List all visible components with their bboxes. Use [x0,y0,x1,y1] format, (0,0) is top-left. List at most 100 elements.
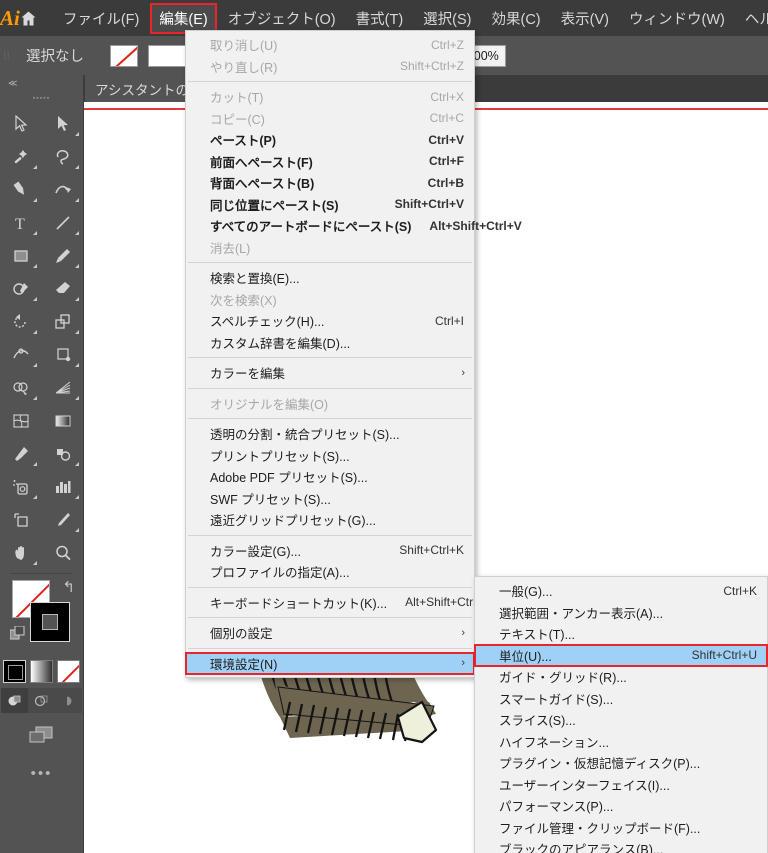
line-segment-tool-icon[interactable] [42,206,84,239]
menu-object[interactable]: オブジェクト(O) [220,4,344,33]
menu-item-paste-in-back[interactable]: 背面へペースト(B) Ctrl+B [186,172,474,194]
menu-item-find-next[interactable]: 次を検索(X) [186,289,474,311]
submenu-item-general[interactable]: 一般(G)... Ctrl+K [475,580,767,602]
menu-separator [188,418,472,419]
pen-tool-icon[interactable] [0,173,42,206]
menu-item-check-spelling[interactable]: スペルチェック(H)... Ctrl+I [186,310,474,332]
submenu-item-type[interactable]: テキスト(T)... [475,623,767,645]
zoom-tool-icon[interactable] [42,536,84,569]
symbol-sprayer-tool-icon[interactable] [0,470,42,503]
perspective-grid-tool-icon[interactable] [42,371,84,404]
menu-item-cut[interactable]: カット(T) Ctrl+X [186,86,474,108]
submenu-item-selection-anchor-display[interactable]: 選択範囲・アンカー表示(A)... [475,602,767,624]
menu-item-paste-in-front[interactable]: 前面へペースト(F) Ctrl+F [186,151,474,173]
menu-item-find-replace[interactable]: 検索と置換(E)... [186,267,474,289]
menu-select[interactable]: 選択(S) [415,4,479,33]
eraser-tool-icon[interactable] [42,272,84,305]
free-transform-tool-icon[interactable] [42,338,84,371]
menu-separator [188,647,472,649]
menu-item-paste[interactable]: ペースト(P) Ctrl+V [186,129,474,151]
curvature-tool-icon[interactable] [42,173,84,206]
menu-help[interactable]: ヘルプ [737,4,768,33]
preferences-submenu[interactable]: 一般(G)... Ctrl+K 選択範囲・アンカー表示(A)... テキスト(T… [474,576,768,853]
column-graph-tool-icon[interactable] [42,470,84,503]
home-icon[interactable] [20,0,37,36]
menu-item-label: ブラックのアピアランス(B)... [499,843,664,853]
menu-item-paste-all-artboards[interactable]: すべてのアートボードにペースト(S) Alt+Shift+Ctrl+V [186,215,522,237]
draw-behind-button[interactable] [28,688,55,713]
slice-tool-icon[interactable] [42,503,84,536]
menu-item-keyboard-shortcuts[interactable]: キーボードショートカット(K)... Alt+Shift+Ctrl+K [186,592,491,614]
submenu-item-units[interactable]: 単位(U)... Shift+Ctrl+U [474,643,768,667]
paintbrush-tool-icon[interactable] [42,239,84,272]
eyedropper-tool-icon[interactable] [0,437,42,470]
screen-mode-button[interactable] [0,723,83,747]
submenu-item-slices[interactable]: スライス(S)... [475,709,767,731]
menu-item-print-presets[interactable]: プリントプリセット(S)... [186,445,474,467]
submenu-item-guides-grid[interactable]: ガイド・グリッド(R)... [475,666,767,688]
submenu-item-plugins-scratch-disks[interactable]: プラグイン・仮想記憶ディスク(P)... [475,752,767,774]
menu-file[interactable]: ファイル(F) [55,4,148,33]
edit-toolbar-button[interactable]: ••• [0,765,83,782]
menu-item-my-settings[interactable]: 個別の設定 › [186,622,474,644]
solid-color-mode-button[interactable] [3,660,26,683]
menu-item-redo[interactable]: やり直し(R) Shift+Ctrl+Z [186,56,474,78]
tools-panel-collapse-icon[interactable]: ≪ [0,75,83,91]
draw-normal-button[interactable] [1,688,28,713]
menu-item-label: プリントプリセット(S)... [210,449,350,464]
menu-item-undo[interactable]: 取り消し(U) Ctrl+Z [186,34,474,56]
rectangle-tool-icon[interactable] [0,239,42,272]
type-tool-icon[interactable]: T [0,206,42,239]
selection-tool-icon[interactable] [0,107,42,140]
menu-item-clear[interactable]: 消去(L) [186,237,474,259]
submenu-item-file-handling-clipboard[interactable]: ファイル管理・クリップボード(F)... [475,817,767,839]
scale-tool-icon[interactable] [42,305,84,338]
menu-item-perspective-grid-presets[interactable]: 遠近グリッドプリセット(G)... [186,509,474,531]
menu-view[interactable]: 表示(V) [553,4,617,33]
menu-item-preferences[interactable]: 環境設定(N) › [185,651,475,675]
menu-item-edit-custom-dictionary[interactable]: カスタム辞書を編集(D)... [186,332,474,354]
stroke-color-swatch[interactable] [30,602,70,642]
control-panel-grip[interactable]: ::::: [0,36,12,75]
shape-builder-tool-icon[interactable] [0,371,42,404]
hand-tool-icon[interactable] [0,536,42,569]
submenu-arrow-icon: › [461,657,465,670]
submenu-item-smart-guides[interactable]: スマートガイド(S)... [475,688,767,710]
menu-item-edit-colors[interactable]: カラーを編集 › [186,362,474,384]
default-fill-stroke-icon[interactable] [9,625,26,647]
menu-item-assign-profile[interactable]: プロファイルの指定(A)... [186,561,474,583]
submenu-item-user-interface[interactable]: ユーザーインターフェイス(I)... [475,774,767,796]
gradient-mode-button[interactable] [30,660,53,683]
fill-swatch[interactable] [110,44,138,67]
menu-type[interactable]: 書式(T) [348,4,412,33]
width-tool-icon[interactable] [0,338,42,371]
menu-item-swf-presets[interactable]: SWF プリセット(S)... [186,488,474,510]
submenu-item-appearance-of-black[interactable]: ブラックのアピアランス(B)... [475,838,767,853]
mesh-tool-icon[interactable] [0,404,42,437]
menu-effect[interactable]: 効果(C) [484,4,549,33]
artboard-tool-icon[interactable] [0,503,42,536]
tools-panel-grip[interactable]: ▪▪▪▪▪ [0,91,83,105]
submenu-item-hyphenation[interactable]: ハイフネーション... [475,731,767,753]
menu-item-label: 取り消し(U) [210,39,278,54]
shaper-tool-icon[interactable] [0,272,42,305]
gradient-tool-icon[interactable] [42,404,84,437]
rotate-tool-icon[interactable] [0,305,42,338]
menu-edit[interactable]: 編集(E) [150,2,217,34]
menu-item-adobe-pdf-presets[interactable]: Adobe PDF プリセット(S)... [186,466,474,488]
none-mode-button[interactable] [57,660,80,683]
blend-tool-icon[interactable] [42,437,84,470]
draw-inside-button[interactable] [55,688,82,713]
menu-item-transparency-flattener-presets[interactable]: 透明の分割・統合プリセット(S)... [186,423,474,445]
direct-selection-tool-icon[interactable] [42,107,84,140]
menu-item-paste-in-place[interactable]: 同じ位置にペースト(S) Shift+Ctrl+V [186,194,474,216]
menu-window[interactable]: ウィンドウ(W) [621,4,733,33]
menu-item-color-settings[interactable]: カラー設定(G)... Shift+Ctrl+K [186,540,474,562]
menu-item-copy[interactable]: コピー(C) Ctrl+C [186,108,474,130]
swap-fill-stroke-icon[interactable]: ↰ [62,578,75,596]
magic-wand-tool-icon[interactable] [0,140,42,173]
menu-item-edit-original[interactable]: オリジナルを編集(O) [186,393,474,415]
submenu-item-performance[interactable]: パフォーマンス(P)... [475,795,767,817]
edit-menu-dropdown[interactable]: 取り消し(U) Ctrl+Z やり直し(R) Shift+Ctrl+Z カット(… [185,30,522,678]
lasso-tool-icon[interactable] [42,140,84,173]
